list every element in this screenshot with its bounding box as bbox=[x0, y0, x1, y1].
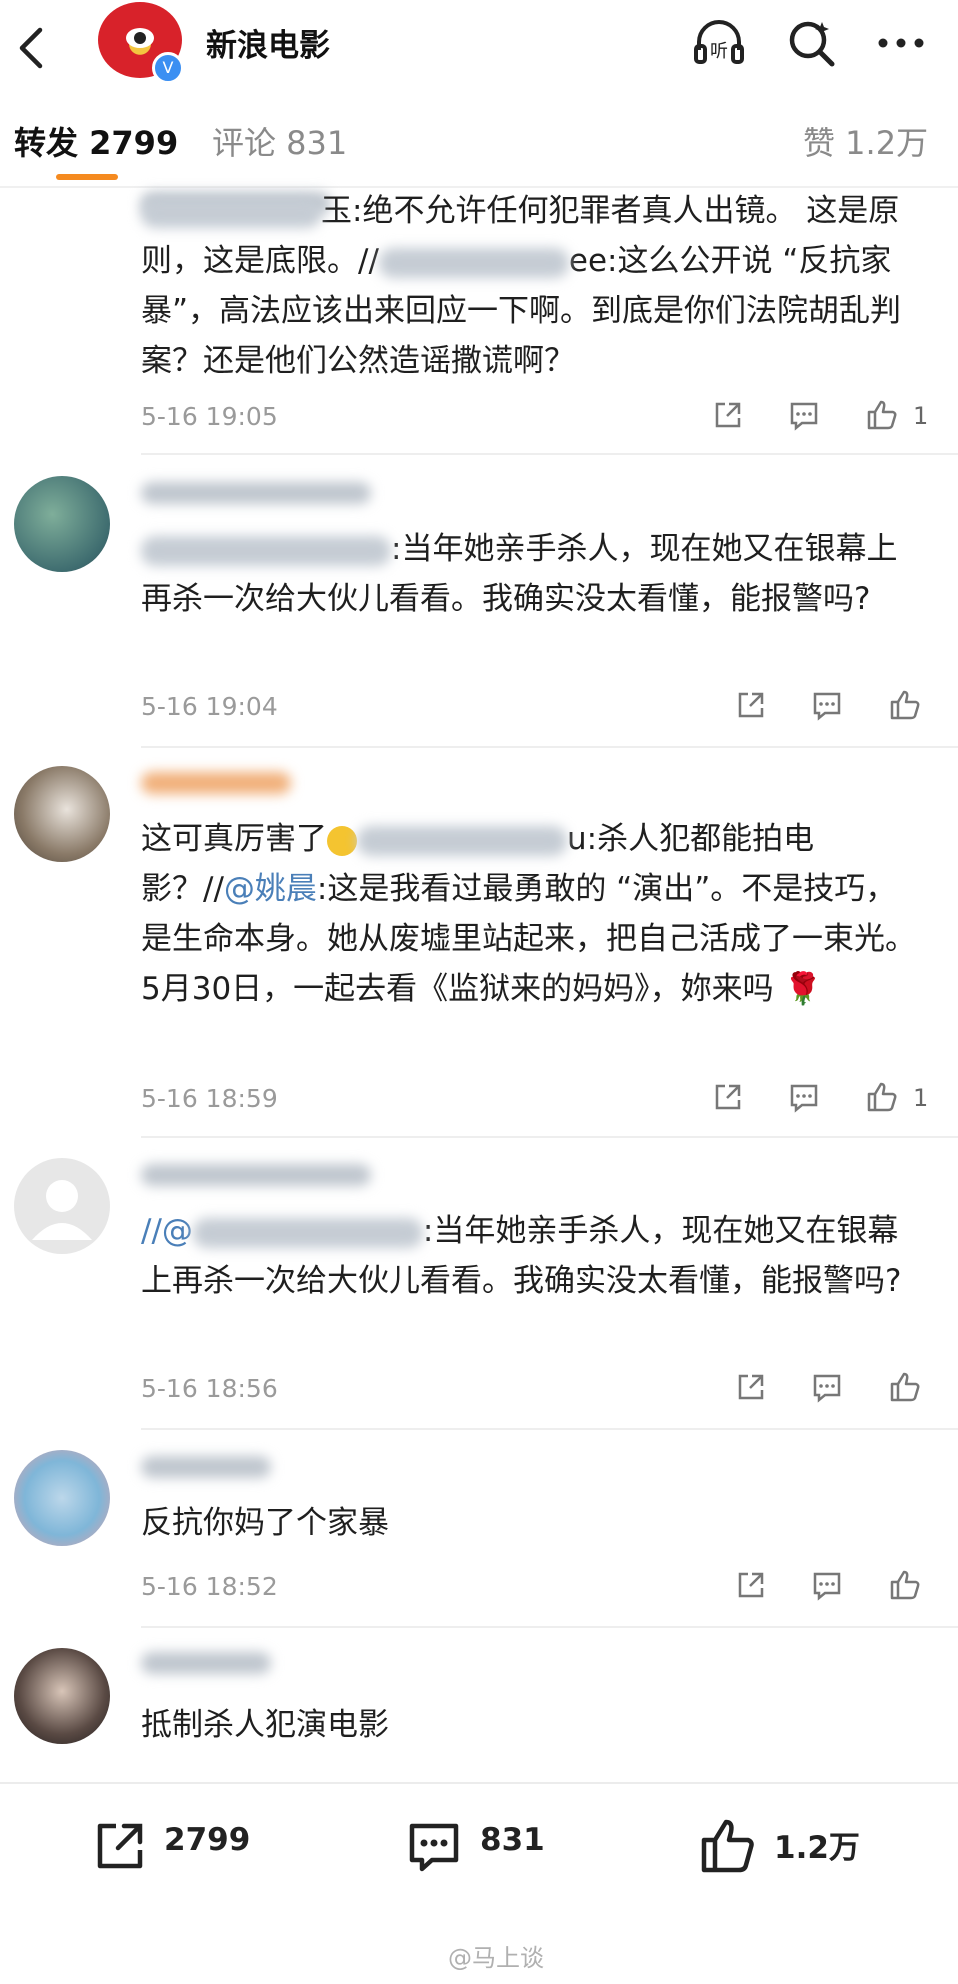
repost-icon[interactable] bbox=[734, 1568, 768, 1602]
divider bbox=[141, 1428, 958, 1430]
comment-icon[interactable] bbox=[404, 1816, 464, 1876]
comment-4-time: 5-16 18:56 bbox=[141, 1374, 278, 1403]
tab-comment[interactable]: 评论 831 bbox=[212, 118, 347, 164]
comment-3-username-blur[interactable] bbox=[141, 772, 311, 798]
comment-4-username-blur[interactable] bbox=[141, 1164, 371, 1190]
like-icon[interactable] bbox=[888, 688, 922, 722]
comment-icon[interactable] bbox=[787, 1080, 821, 1114]
mention-link[interactable]: @姚晨 bbox=[224, 871, 317, 907]
repost-icon[interactable] bbox=[734, 688, 768, 722]
avatar[interactable] bbox=[14, 766, 110, 862]
emoji-icon bbox=[327, 825, 357, 856]
comment-5-username-blur[interactable] bbox=[141, 1456, 271, 1482]
comment-icon[interactable] bbox=[810, 1370, 844, 1404]
comment-6-username-blur[interactable] bbox=[141, 1652, 271, 1678]
divider bbox=[141, 453, 958, 455]
comment-5-time: 5-16 18:52 bbox=[141, 1572, 278, 1601]
tab-like[interactable]: 赞 1.2万 bbox=[803, 118, 928, 164]
divider bbox=[141, 1136, 958, 1138]
search-icon[interactable] bbox=[784, 16, 838, 70]
avatar[interactable] bbox=[14, 1158, 110, 1254]
divider bbox=[141, 746, 958, 748]
repost-icon[interactable] bbox=[90, 1816, 150, 1876]
avatar[interactable] bbox=[14, 476, 110, 572]
comment-4-text: //@:当年她亲手杀人，现在她又在银幕上再杀一次给大伙儿看看。我确实没太看懂，能… bbox=[141, 1213, 902, 1299]
comment-3-like-count: 1 bbox=[913, 1084, 929, 1112]
repost-icon[interactable] bbox=[711, 398, 745, 432]
divider bbox=[141, 1626, 958, 1628]
comment-2-time: 5-16 19:04 bbox=[141, 692, 278, 721]
like-icon[interactable] bbox=[698, 1816, 758, 1876]
like-icon[interactable] bbox=[865, 398, 899, 432]
repost-icon[interactable] bbox=[711, 1080, 745, 1114]
like-icon[interactable] bbox=[865, 1080, 899, 1114]
comment-3-text: 这可真厉害了 u:杀人犯都能拍电影？//@姚晨:这是我看过最勇敢的 “演出”。不是… bbox=[141, 821, 916, 1007]
comment-6-text: 抵制杀人犯演电影 bbox=[141, 1707, 389, 1743]
comment-icon[interactable] bbox=[810, 1568, 844, 1602]
comment-2-text: :当年她亲手杀人，现在她又在银幕上再杀一次给大伙儿看看。我确实没太看懂，能报警吗… bbox=[141, 531, 898, 617]
more-options-icon[interactable] bbox=[874, 16, 928, 70]
rose-icon: 🌹 bbox=[773, 971, 823, 1007]
comment-1-like-count: 1 bbox=[913, 402, 929, 430]
page-title: 新浪电影 bbox=[206, 28, 330, 64]
default-avatar-icon bbox=[32, 1180, 92, 1240]
tab-active-indicator bbox=[56, 174, 118, 180]
comment-2-username-blur[interactable] bbox=[141, 482, 371, 508]
svg-text:听: 听 bbox=[710, 41, 728, 62]
tab-repost[interactable]: 转发 2799 bbox=[14, 118, 178, 164]
repost-icon[interactable] bbox=[734, 1370, 768, 1404]
comment-icon[interactable] bbox=[810, 688, 844, 722]
avatar[interactable] bbox=[14, 1450, 110, 1546]
comment-1-text: 玉:绝不允许任何犯罪者真人出镜。 这是原则，这是底限。//ee:这么公开说 “反… bbox=[141, 193, 902, 379]
repost-count[interactable]: 2799 bbox=[164, 1822, 250, 1858]
comment-3-time: 5-16 18:59 bbox=[141, 1084, 278, 1113]
watermark: @马上谈 bbox=[448, 1944, 544, 1972]
verified-badge: V bbox=[152, 52, 184, 84]
like-icon[interactable] bbox=[888, 1568, 922, 1602]
avatar[interactable] bbox=[14, 1648, 110, 1744]
comment-icon[interactable] bbox=[787, 398, 821, 432]
like-count[interactable]: 1.2万 bbox=[774, 1822, 860, 1867]
divider bbox=[0, 1782, 958, 1784]
comment-count[interactable]: 831 bbox=[480, 1822, 545, 1858]
listen-icon[interactable]: 听 bbox=[692, 16, 746, 70]
comment-5-text: 反抗你妈了个家暴 bbox=[141, 1505, 389, 1541]
back-arrow-icon[interactable] bbox=[14, 26, 50, 70]
comment-1-time: 5-16 19:05 bbox=[141, 402, 278, 431]
like-icon[interactable] bbox=[888, 1370, 922, 1404]
